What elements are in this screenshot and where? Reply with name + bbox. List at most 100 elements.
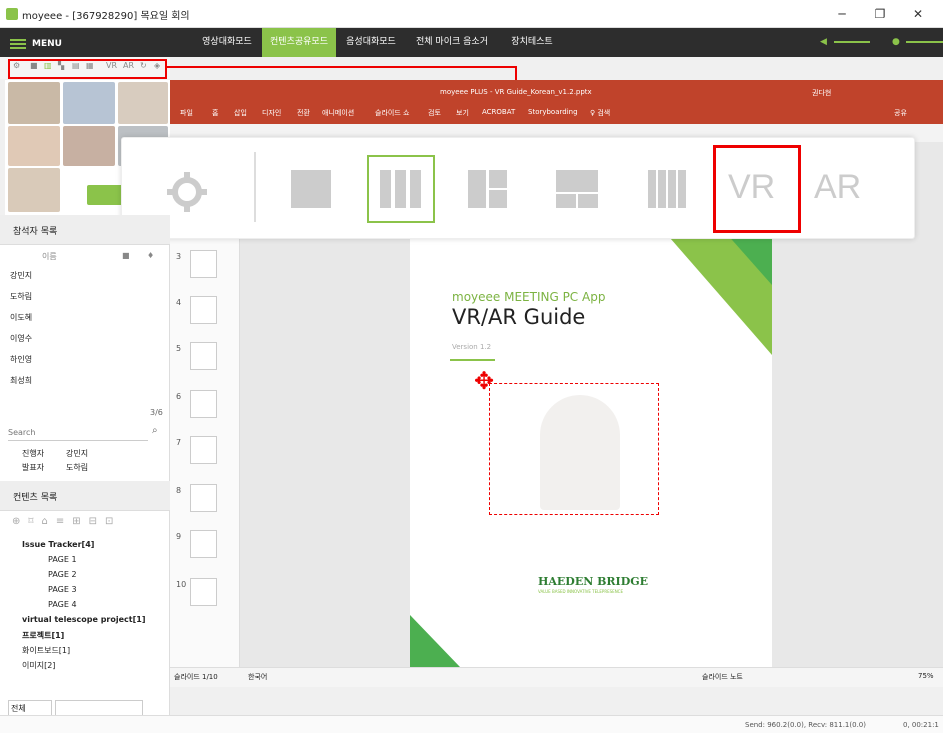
slide-number: 7 [176, 438, 182, 447]
move-handle-icon[interactable]: ✥ [474, 367, 494, 395]
content-page[interactable]: PAGE 3 [48, 585, 77, 594]
content-page[interactable]: PAGE 2 [48, 570, 77, 579]
ppt-menu-home[interactable]: 홈 [212, 108, 218, 118]
slide-thumbnail[interactable] [190, 484, 217, 512]
content-item-issue-tracker[interactable]: Issue Tracker[4] [22, 540, 94, 549]
speaker-label: 발표자 [22, 463, 45, 472]
content-item-images[interactable]: 이미지[2] [22, 660, 55, 671]
slide-thumbnail[interactable] [190, 342, 217, 370]
participant-video[interactable] [118, 82, 168, 124]
content-item-whiteboard[interactable]: 화이트보드[1] [22, 645, 70, 656]
toolbar-highlight-box [8, 59, 167, 79]
hamburger-icon[interactable] [10, 39, 26, 41]
participant-video[interactable] [63, 126, 115, 166]
window-title: moyeee - [367928290] 목요일 회의 [22, 11, 190, 22]
participant-row[interactable]: 도하림 [10, 291, 32, 302]
search-icon[interactable]: ⌕ [152, 425, 158, 436]
content-page[interactable]: PAGE 1 [48, 555, 77, 564]
content-item-project[interactable]: 프로젝트[1] [22, 630, 64, 641]
presenter-label: 진행자 [22, 449, 45, 458]
ppt-menu-acrobat[interactable]: ACROBAT [482, 108, 515, 116]
slide-thumbnail[interactable] [190, 530, 217, 558]
contents-header: 컨텐츠 목록 [0, 481, 170, 511]
woman-photo [540, 395, 620, 510]
contents-toolbar[interactable]: ⊕⌑⌂≡⊞⊟⊡ [12, 516, 121, 527]
my-video[interactable] [8, 168, 60, 212]
speaker-icon[interactable]: ◀ [820, 37, 827, 47]
mic-volume-slider[interactable] [906, 41, 943, 43]
network-stats: Send: 960.2(0.0), Recv: 811.1(0.0) [745, 721, 866, 729]
ppt-menu-review[interactable]: 검토 [428, 108, 441, 118]
menu-button[interactable]: MENU [32, 39, 62, 49]
layout-grid-icon [648, 170, 688, 208]
mute-all-button[interactable]: 전체 마이크 음소거 [410, 28, 494, 57]
camera-column-icon: ■ [122, 251, 130, 260]
ppt-menu-slideshow[interactable]: 슬라이드 쇼 [375, 108, 409, 118]
callout-line [167, 66, 517, 68]
slide-thumbnail[interactable] [190, 436, 217, 464]
ppt-menu-transition[interactable]: 전환 [297, 108, 310, 118]
slide-number: 3 [176, 252, 182, 261]
participant-video[interactable] [8, 126, 60, 166]
layout-columns-icon [380, 170, 391, 208]
layout-single-icon [291, 170, 331, 208]
slide-number: 8 [176, 486, 182, 495]
slide-thumbnail[interactable] [190, 578, 217, 606]
ppt-menu-file[interactable]: 파일 [180, 108, 193, 118]
layout-columns-icon [410, 170, 421, 208]
divider [254, 152, 256, 222]
close-button[interactable]: ✕ [908, 5, 928, 23]
ppt-menu-animation[interactable]: 애니메이션 [322, 108, 354, 118]
mode-content-share[interactable]: 컨텐츠공유모드 [262, 28, 336, 57]
vr-label: VR [728, 168, 776, 206]
app-logo-icon [6, 8, 18, 20]
device-test-button[interactable]: 장치테스트 [502, 28, 562, 57]
slide-thumbnail[interactable] [190, 296, 217, 324]
ppt-menu-design[interactable]: 디자인 [262, 108, 281, 118]
participant-search-input[interactable] [8, 425, 148, 441]
mic-column-icon: ♦ [147, 251, 155, 260]
settings-icon [167, 172, 207, 212]
slide-number: 4 [176, 298, 182, 307]
ppt-menu-view[interactable]: 보기 [456, 108, 469, 118]
participant-row[interactable]: 최성희 [10, 375, 32, 386]
filter-input[interactable] [55, 700, 143, 716]
slide-number: 10 [176, 580, 187, 589]
ppt-title: moyeee PLUS - VR Guide_Korean_v1.2.pptx [440, 88, 592, 96]
content-page[interactable]: PAGE 4 [48, 600, 77, 609]
layout-rows-icon [556, 170, 598, 192]
mode-video[interactable]: 영상대화모드 [192, 28, 262, 57]
slide-thumbnail[interactable] [190, 250, 217, 278]
layout-rows-icon [556, 194, 576, 208]
maximize-button[interactable]: ❐ [870, 5, 890, 23]
filter-select[interactable]: 전체 [8, 700, 52, 716]
notes-button[interactable]: 슬라이드 노트 [702, 672, 743, 682]
participant-row[interactable]: 하인영 [10, 354, 32, 365]
participants-header: 참석자 목록 [0, 215, 170, 245]
slide-number: 5 [176, 344, 182, 353]
participant-video[interactable] [63, 82, 115, 124]
participant-video[interactable] [8, 82, 60, 124]
layout-split-icon [468, 170, 486, 208]
ppt-search[interactable]: ♀ 검색 [590, 108, 610, 118]
meeting-time: 0, 00:21:1 [903, 721, 939, 729]
layout-split-icon [489, 170, 507, 188]
ppt-menu-storyboarding[interactable]: Storyboarding [528, 108, 578, 116]
ppt-share-button[interactable]: 공유 [894, 108, 907, 118]
layout-columns-icon [395, 170, 406, 208]
ar-label: AR [814, 168, 862, 206]
content-item-telescope[interactable]: virtual telescope project[1] [22, 615, 145, 624]
speaker-volume-slider[interactable] [834, 41, 870, 43]
slide-thumbnail[interactable] [190, 390, 217, 418]
slide-version: Version 1.2 [452, 343, 492, 351]
ppt-menu-insert[interactable]: 삽입 [234, 108, 247, 118]
participant-row[interactable]: 강민지 [10, 270, 32, 281]
participant-count: 3/6 [150, 408, 163, 417]
mic-icon[interactable]: ● [892, 37, 900, 47]
slide-counter: 슬라이드 1/10 [174, 673, 218, 681]
participant-row[interactable]: 이영수 [10, 333, 32, 344]
slide-app-label: moyeee MEETING PC App [452, 290, 606, 304]
participant-row[interactable]: 이도혜 [10, 312, 32, 323]
mode-voice[interactable]: 음성대화모드 [336, 28, 406, 57]
minimize-button[interactable]: ─ [832, 5, 852, 23]
